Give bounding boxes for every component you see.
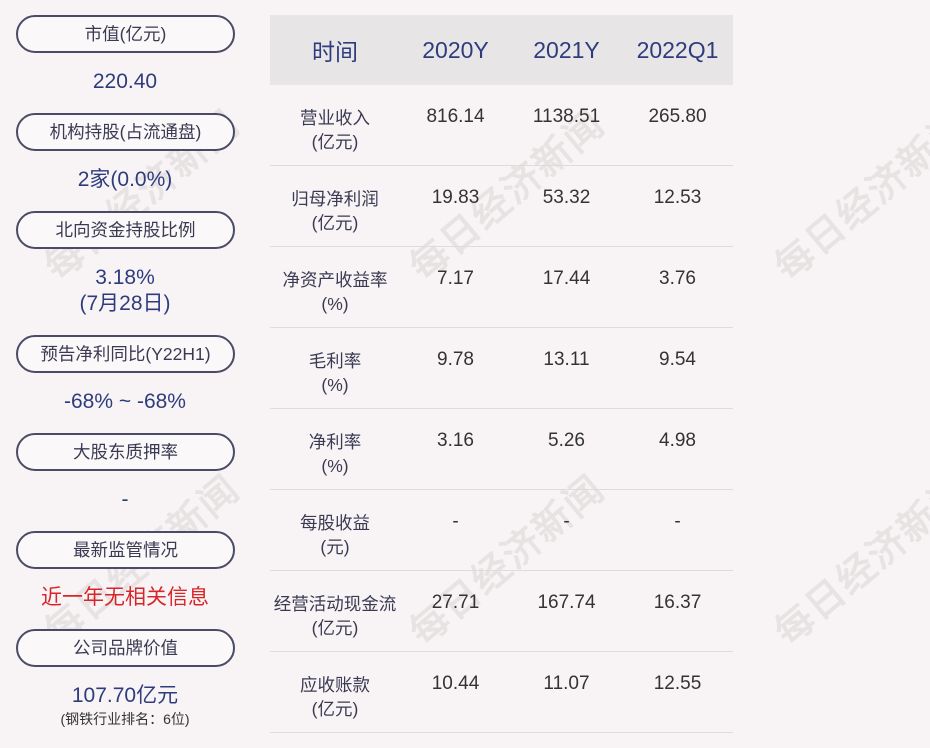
header-2020y: 2020Y	[422, 36, 489, 63]
header-2021y: 2021Y	[533, 36, 600, 63]
row-label-name: 经营活动现金流	[273, 594, 397, 614]
row-label: 经营活动现金流 (亿元)	[270, 571, 400, 640]
table-row: 毛利率 (%) 9.78 13.11 9.54	[270, 328, 733, 409]
metric-value-regulatory-status: 近一年无相关信息	[41, 586, 209, 609]
row-label-unit: (亿元)	[311, 132, 359, 152]
table-row: 应收账款 (亿元) 10.44 11.07 12.55	[270, 652, 733, 733]
header-period: 时间	[312, 39, 358, 65]
row-label-unit: (元)	[320, 537, 350, 557]
cell-value: 5.26	[548, 430, 585, 451]
metric-label-institutional-holding: 机构持股(占流通盘)	[16, 113, 235, 151]
cell-value: 10.44	[431, 673, 480, 694]
cell-value: 9.78	[437, 349, 474, 370]
row-label-name: 净利率	[308, 432, 362, 452]
row-label-unit: (亿元)	[311, 699, 359, 719]
table-header: 时间 2020Y 2021Y 2022Q1	[270, 15, 733, 85]
row-label-name: 营业收入	[300, 108, 370, 128]
cell-value: 53.32	[542, 187, 591, 208]
cell-value: -	[563, 511, 570, 532]
brand-value-rank: (钢铁行业排名：6位)	[60, 711, 190, 727]
left-summary-panel: 市值(亿元) 220.40 机构持股(占流通盘) 2家(0.0%) 北向资金持股…	[0, 0, 250, 748]
cell-value: -	[674, 511, 681, 532]
cell-value: 167.74	[537, 592, 596, 613]
northbound-ratio-value: 3.18%	[95, 266, 155, 289]
table-row: 经营活动现金流 (亿元) 27.71 167.74 16.37	[270, 571, 733, 652]
table-row: 每股收益 (元) - - -	[270, 490, 733, 571]
row-label-unit: (亿元)	[311, 618, 359, 638]
cell-value: -	[452, 511, 459, 532]
row-label-unit: (%)	[321, 294, 349, 314]
cell-value: 11.07	[543, 673, 590, 694]
header-2022q1: 2022Q1	[636, 36, 719, 63]
metric-label-profit-forecast: 预告净利同比(Y22H1)	[16, 335, 235, 373]
metric-label-market-cap: 市值(亿元)	[16, 15, 235, 53]
metric-value-institutional-holding: 2家(0.0%)	[77, 168, 173, 191]
row-label: 归母净利润 (亿元)	[270, 166, 400, 235]
cell-value: 816.14	[426, 106, 485, 127]
row-label: 应收账款 (亿元)	[270, 652, 400, 721]
cell-value: 3.76	[659, 268, 696, 289]
cell-value: 1138.51	[532, 106, 601, 127]
row-label-unit: (%)	[321, 375, 349, 395]
metric-value-market-cap: 220.40	[92, 70, 158, 93]
cell-value: 9.54	[659, 349, 696, 370]
metric-value-pledge-ratio: -	[121, 488, 129, 511]
row-label: 净利率 (%)	[270, 409, 400, 478]
cell-value: 12.53	[653, 187, 702, 208]
northbound-ratio-date: (7月28日)	[79, 292, 171, 315]
financial-table: 时间 2020Y 2021Y 2022Q1 营业收入 (亿元) 816.14 11…	[270, 15, 733, 733]
metric-label-regulatory-status: 最新监管情况	[16, 531, 235, 569]
row-label-name: 归母净利润	[291, 189, 379, 209]
cell-value: 3.16	[437, 430, 474, 451]
row-label-name: 净资产收益率	[282, 270, 388, 290]
cell-value: 17.44	[542, 268, 591, 289]
row-label: 营业收入 (亿元)	[270, 85, 400, 154]
watermark-text: 每日经济新闻	[767, 467, 930, 655]
brand-value-amount: 107.70亿元	[71, 684, 179, 707]
cell-value: 7.17	[437, 268, 474, 289]
row-label-unit: (%)	[321, 456, 349, 476]
table-row: 营业收入 (亿元) 816.14 1138.51 265.80	[270, 85, 733, 166]
row-label: 毛利率 (%)	[270, 328, 400, 397]
metric-value-northbound-ratio: 3.18% (7月28日)	[0, 265, 250, 317]
cell-value: 265.80	[648, 106, 707, 127]
watermark-text: 每日经济新闻	[767, 102, 930, 290]
row-label-name: 应收账款	[300, 675, 370, 695]
row-label: 净资产收益率 (%)	[270, 247, 400, 316]
metric-label-brand-value: 公司品牌价值	[16, 629, 235, 667]
table-row: 净利率 (%) 3.16 5.26 4.98	[270, 409, 733, 490]
cell-value: 13.11	[543, 349, 590, 370]
cell-value: 19.83	[431, 187, 480, 208]
row-label-name: 每股收益	[300, 513, 370, 533]
table-row: 净资产收益率 (%) 7.17 17.44 3.76	[270, 247, 733, 328]
metric-label-northbound-ratio: 北向资金持股比例	[16, 211, 235, 249]
table-row: 归母净利润 (亿元) 19.83 53.32 12.53	[270, 166, 733, 247]
metric-value-profit-forecast: -68% ~ -68%	[64, 390, 186, 413]
row-label-unit: (亿元)	[311, 213, 359, 233]
cell-value: 4.98	[659, 430, 696, 451]
row-label: 每股收益 (元)	[270, 490, 400, 559]
metric-label-pledge-ratio: 大股东质押率	[16, 433, 235, 471]
cell-value: 16.37	[653, 592, 702, 613]
row-label-name: 毛利率	[308, 351, 362, 371]
cell-value: 12.55	[653, 673, 702, 694]
cell-value: 27.71	[431, 592, 480, 613]
metric-value-brand-value: 107.70亿元 (钢铁行业排名：6位)	[0, 683, 250, 727]
